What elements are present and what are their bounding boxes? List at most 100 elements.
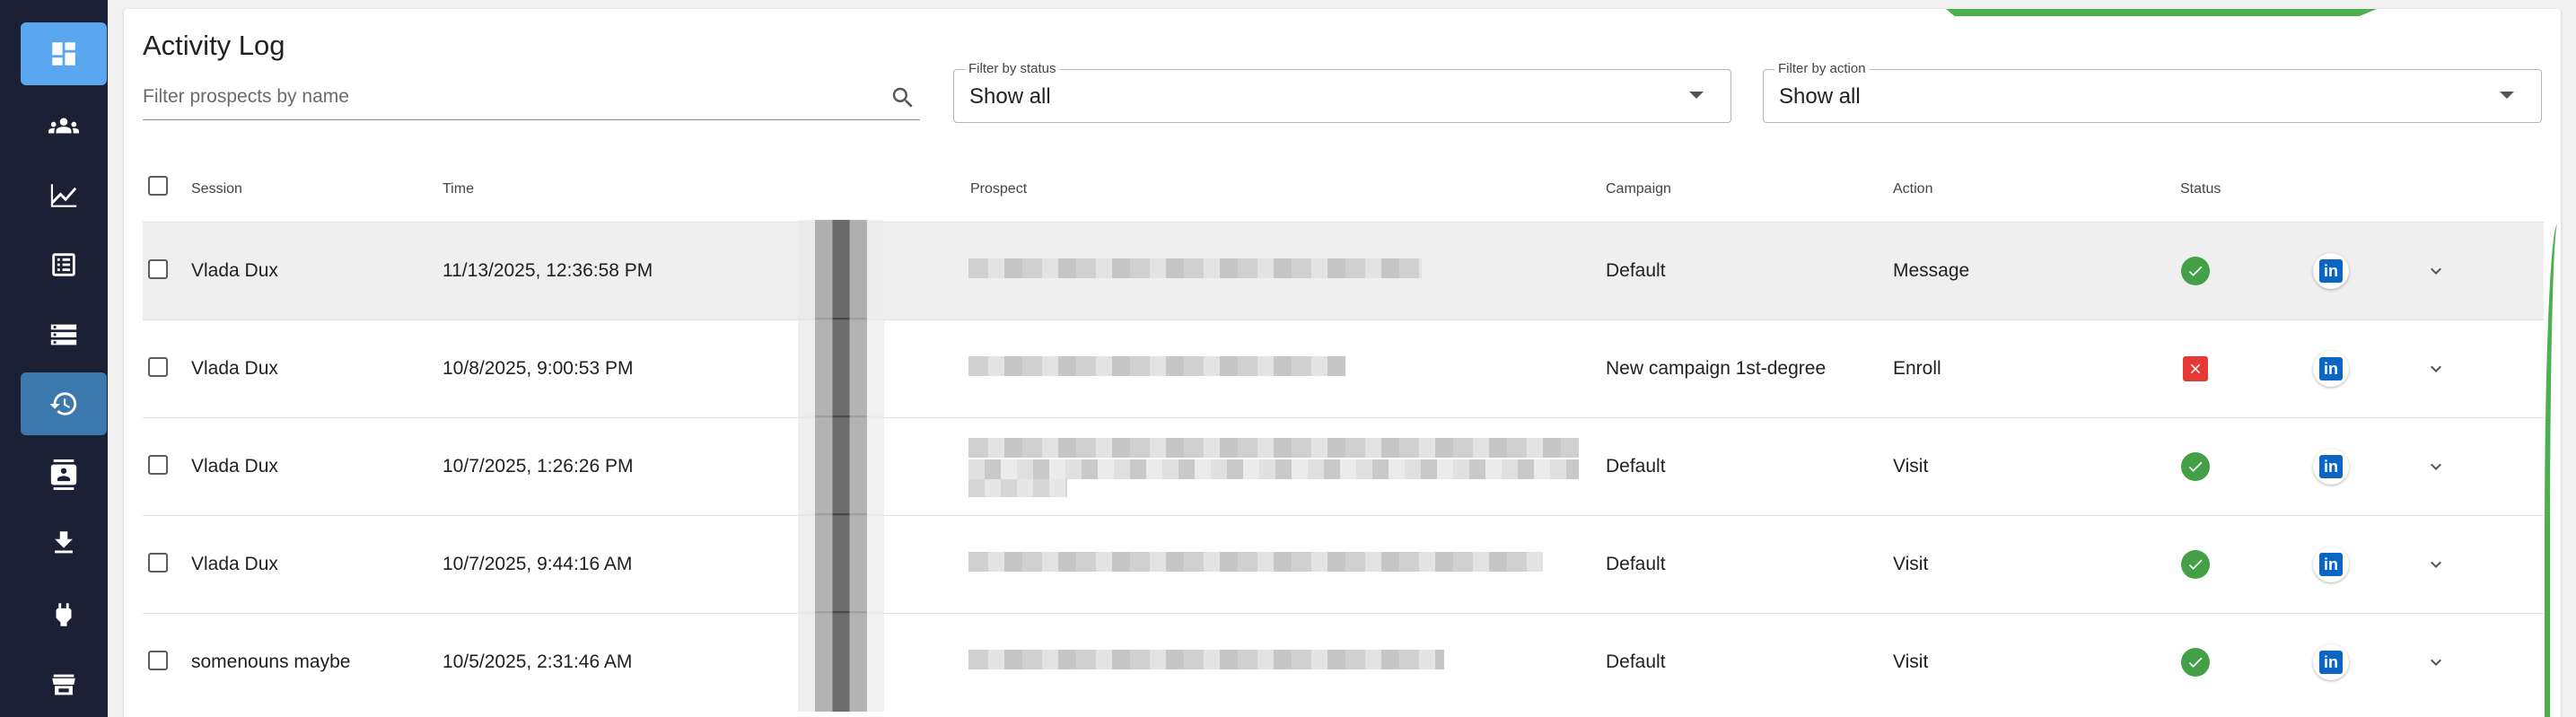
table-row[interactable]: Vlada Dux 10/7/2025, 1:26:26 PM Default Vis… [143, 415, 2544, 516]
campaign-cell: Default [1606, 456, 1666, 477]
campaign-cell: Default [1606, 260, 1666, 281]
search-icon[interactable] [889, 84, 916, 111]
expand-row-chevron-icon[interactable] [2425, 651, 2447, 673]
linkedin-icon: in [2319, 357, 2343, 380]
people-icon [48, 118, 79, 134]
sidebar-item-integrations[interactable] [21, 583, 107, 646]
contact-card-icon [50, 459, 77, 490]
sidebar [0, 0, 108, 717]
prospect-name-redacted [968, 552, 1543, 572]
action-cell: Enroll [1893, 358, 1941, 379]
search-input[interactable] [143, 79, 861, 115]
table-row[interactable]: Vlada Dux 10/7/2025, 9:44:16 AM Default Vis… [143, 513, 2544, 614]
prospect-name-redacted [968, 438, 1579, 458]
column-header-session[interactable]: Session [191, 181, 242, 197]
action-filter-select[interactable]: Filter by action Show all [1763, 61, 2542, 123]
linkedin-icon: in [2319, 259, 2343, 283]
action-filter-label: Filter by action [1774, 61, 1870, 76]
status-filter-value: Show all [969, 84, 1051, 109]
status-failed-icon [2183, 356, 2208, 381]
campaign-cell: New campaign 1st-degree [1606, 358, 1827, 379]
history-icon [49, 392, 77, 415]
sidebar-item-inbox[interactable] [21, 303, 107, 366]
linkedin-icon: in [2319, 455, 2343, 478]
time-cell: 10/5/2025, 2:31:46 AM [442, 651, 633, 672]
status-filter-label: Filter by status [965, 61, 1060, 76]
time-cell: 10/8/2025, 9:00:53 PM [442, 358, 634, 379]
column-header-prospect[interactable]: Prospect [970, 181, 1027, 197]
session-cell: Vlada Dux [191, 260, 278, 281]
prospect-name-redacted [968, 650, 1444, 669]
page-title: Activity Log [143, 30, 285, 61]
dropdown-arrow-icon[interactable] [2500, 92, 2514, 99]
sidebar-item-analytics[interactable] [21, 164, 107, 227]
decorative-curve [2545, 224, 2561, 717]
sidebar-item-download[interactable] [21, 512, 107, 574]
store-icon [52, 674, 75, 695]
prospect-avatar-redacted [798, 513, 884, 614]
search-field[interactable] [143, 79, 920, 120]
prospect-name-redacted [968, 459, 1579, 479]
sidebar-item-store[interactable] [21, 653, 107, 716]
session-cell: Vlada Dux [191, 456, 278, 477]
status-success-icon [2181, 257, 2210, 285]
action-cell: Message [1893, 260, 1970, 281]
dropdown-arrow-icon[interactable] [1689, 92, 1704, 99]
download-icon [55, 531, 73, 554]
action-cell: Visit [1893, 554, 1929, 574]
row-checkbox[interactable] [148, 357, 168, 377]
campaign-cell: Default [1606, 651, 1666, 672]
column-header-action[interactable]: Action [1893, 181, 1932, 197]
campaign-cell: Default [1606, 554, 1666, 574]
linkedin-icon: in [2319, 553, 2343, 576]
prospect-avatar-redacted [798, 220, 884, 320]
list-icon [52, 253, 75, 276]
linkedin-button[interactable]: in [2313, 253, 2349, 289]
time-cell: 10/7/2025, 1:26:26 PM [442, 456, 634, 477]
status-success-icon [2181, 550, 2210, 579]
linkedin-button[interactable]: in [2313, 644, 2349, 680]
time-cell: 10/7/2025, 9:44:16 AM [442, 554, 633, 574]
prospect-avatar-redacted [798, 318, 884, 418]
sidebar-item-dashboard[interactable] [21, 22, 107, 85]
plug-icon [56, 603, 72, 626]
linkedin-icon: in [2319, 651, 2343, 674]
expand-row-chevron-icon[interactable] [2425, 260, 2447, 282]
select-all-checkbox[interactable] [148, 176, 168, 196]
expand-row-chevron-icon[interactable] [2425, 358, 2447, 380]
prospect-name-redacted [968, 356, 1345, 376]
row-checkbox[interactable] [148, 651, 168, 670]
row-checkbox[interactable] [148, 259, 168, 279]
sidebar-item-people[interactable] [21, 94, 107, 157]
action-filter-value: Show all [1779, 84, 1861, 109]
table-row[interactable]: somenouns maybe 10/5/2025, 2:31:46 AM Defa… [143, 611, 2544, 712]
status-success-icon [2181, 452, 2210, 481]
linkedin-button[interactable]: in [2313, 546, 2349, 582]
row-checkbox[interactable] [148, 455, 168, 475]
prospect-avatar-redacted [798, 415, 884, 516]
column-header-status[interactable]: Status [2180, 181, 2221, 197]
session-cell: Vlada Dux [191, 554, 278, 574]
action-cell: Visit [1893, 456, 1929, 477]
status-success-icon [2181, 648, 2210, 677]
table-header: Session Time Prospect Campaign Action St… [143, 171, 2544, 220]
column-header-campaign[interactable]: Campaign [1606, 181, 1671, 197]
expand-row-chevron-icon[interactable] [2425, 554, 2447, 575]
sidebar-item-list[interactable] [21, 233, 107, 296]
table-row[interactable]: Vlada Dux 10/8/2025, 9:00:53 PM New campai… [143, 318, 2544, 418]
column-header-time[interactable]: Time [442, 181, 474, 197]
table-row[interactable]: Vlada Dux 11/13/2025, 12:36:58 PM Default M… [143, 220, 2544, 320]
linkedin-button[interactable]: in [2313, 351, 2349, 387]
sidebar-item-history[interactable] [21, 372, 107, 435]
action-cell: Visit [1893, 651, 1929, 672]
linkedin-button[interactable]: in [2313, 449, 2349, 485]
prospect-name-redacted [968, 258, 1422, 278]
status-filter-select[interactable]: Filter by status Show all [953, 61, 1731, 123]
sidebar-item-contacts[interactable] [21, 443, 107, 506]
prospect-avatar-redacted [798, 611, 884, 712]
expand-row-chevron-icon[interactable] [2425, 456, 2447, 477]
session-cell: somenouns maybe [191, 651, 351, 672]
inbox-icon [50, 324, 77, 345]
row-checkbox[interactable] [148, 553, 168, 573]
decorative-bar [1946, 9, 2377, 16]
